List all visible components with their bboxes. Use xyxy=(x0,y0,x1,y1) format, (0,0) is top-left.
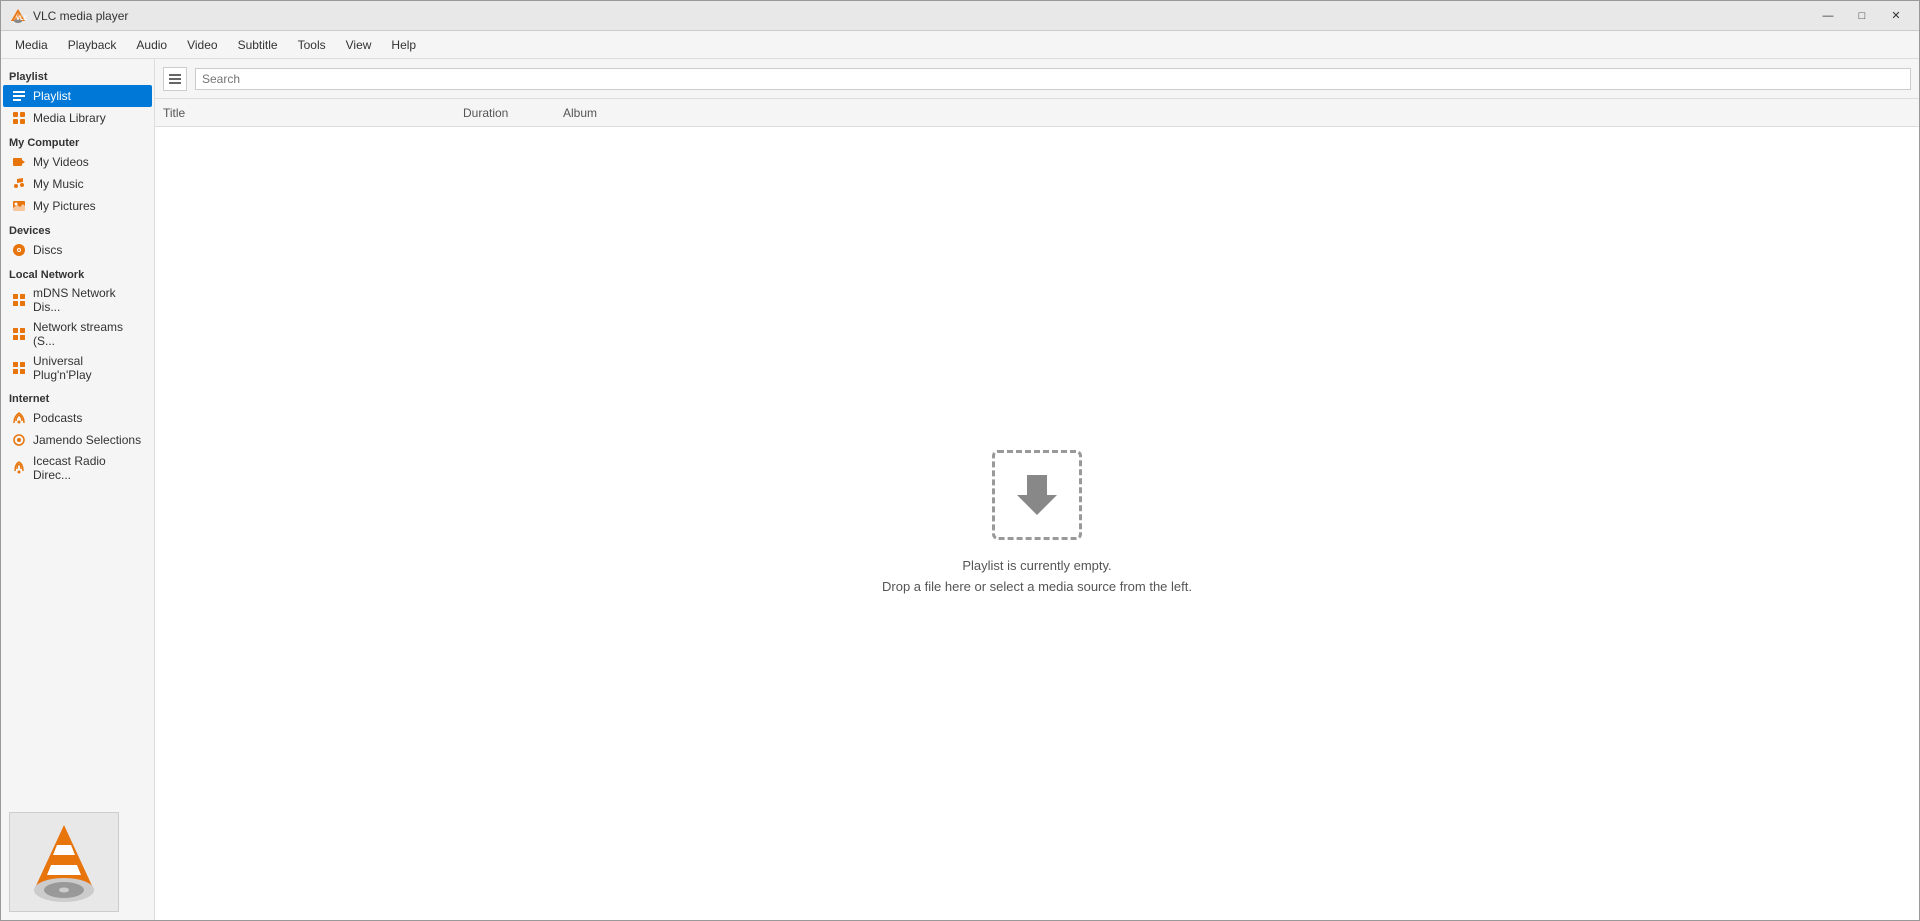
jamendo-icon xyxy=(11,432,27,448)
sidebar-media-library-label: Media Library xyxy=(33,111,106,125)
playlist-icon xyxy=(11,88,27,104)
app-icon: VLC xyxy=(9,7,27,25)
sidebar-item-playlist[interactable]: Playlist xyxy=(3,85,152,107)
search-input[interactable] xyxy=(195,68,1911,90)
thumbnail-area xyxy=(9,812,119,912)
svg-text:VLC: VLC xyxy=(16,16,27,22)
sidebar-item-discs[interactable]: Discs xyxy=(3,239,152,261)
sidebar-my-music-label: My Music xyxy=(33,177,84,191)
drop-text: Playlist is currently empty. Drop a file… xyxy=(882,556,1192,598)
empty-line1: Playlist is currently empty. xyxy=(882,556,1192,577)
menu-video[interactable]: Video xyxy=(177,34,227,56)
empty-line2: Drop a file here or select a media sourc… xyxy=(882,577,1192,598)
sidebar-item-my-music[interactable]: My Music xyxy=(3,173,152,195)
playlist-section-label: Playlist xyxy=(1,63,154,85)
my-videos-icon xyxy=(11,154,27,170)
sidebar-item-icecast[interactable]: Icecast Radio Direc... xyxy=(3,451,152,485)
sidebar-podcasts-label: Podcasts xyxy=(33,411,82,425)
menu-playback[interactable]: Playback xyxy=(58,34,127,56)
main-panel: Title Duration Album Playlist is current… xyxy=(155,59,1919,920)
menu-view[interactable]: View xyxy=(336,34,382,56)
menu-audio[interactable]: Audio xyxy=(126,34,177,56)
menu-bar: Media Playback Audio Video Subtitle Tool… xyxy=(1,31,1919,59)
window-title: VLC media player xyxy=(33,9,1813,23)
column-album: Album xyxy=(563,106,1911,120)
sidebar-mdns-label: mDNS Network Dis... xyxy=(33,286,144,314)
devices-section-label: Devices xyxy=(1,217,154,239)
sidebar-discs-label: Discs xyxy=(33,243,62,257)
sidebar-item-my-pictures[interactable]: My Pictures xyxy=(3,195,152,217)
network-streams-icon xyxy=(11,326,27,342)
sidebar-item-my-videos[interactable]: My Videos xyxy=(3,151,152,173)
column-headers: Title Duration Album xyxy=(155,99,1919,127)
internet-section-label: Internet xyxy=(1,385,154,407)
playlist-content: Playlist is currently empty. Drop a file… xyxy=(155,127,1919,920)
drop-icon xyxy=(992,450,1082,540)
sidebar-item-media-library[interactable]: Media Library xyxy=(3,107,152,129)
menu-help[interactable]: Help xyxy=(381,34,426,56)
sidebar: Playlist Playlist Media Library xyxy=(1,59,155,920)
sidebar-my-videos-label: My Videos xyxy=(33,155,89,169)
menu-tools[interactable]: Tools xyxy=(288,34,336,56)
my-pictures-icon xyxy=(11,198,27,214)
minimize-button[interactable]: — xyxy=(1813,6,1843,26)
my-music-icon xyxy=(11,176,27,192)
playlist-toolbar xyxy=(155,59,1919,99)
sidebar-icecast-label: Icecast Radio Direc... xyxy=(33,454,144,482)
column-title: Title xyxy=(163,106,463,120)
sidebar-playlist-label: Playlist xyxy=(33,89,71,103)
sidebar-item-podcasts[interactable]: Podcasts xyxy=(3,407,152,429)
sidebar-network-streams-label: Network streams (S... xyxy=(33,320,144,348)
sidebar-upnp-label: Universal Plug'n'Play xyxy=(33,354,144,382)
close-button[interactable]: ✕ xyxy=(1881,6,1911,26)
main-window: VLC VLC media player — □ ✕ Media Playbac… xyxy=(0,0,1920,921)
column-duration: Duration xyxy=(463,106,563,120)
maximize-button[interactable]: □ xyxy=(1847,6,1877,26)
sidebar-my-pictures-label: My Pictures xyxy=(33,199,96,213)
my-computer-section-label: My Computer xyxy=(1,129,154,151)
menu-media[interactable]: Media xyxy=(5,34,58,56)
drop-zone: Playlist is currently empty. Drop a file… xyxy=(882,450,1192,598)
discs-icon xyxy=(11,242,27,258)
title-bar: VLC VLC media player — □ ✕ xyxy=(1,1,1919,31)
podcasts-icon xyxy=(11,410,27,426)
menu-subtitle[interactable]: Subtitle xyxy=(228,34,288,56)
sidebar-item-mdns[interactable]: mDNS Network Dis... xyxy=(3,283,152,317)
mdns-icon xyxy=(11,292,27,308)
sidebar-item-network-streams[interactable]: Network streams (S... xyxy=(3,317,152,351)
view-toggle-button[interactable] xyxy=(163,67,187,91)
content-area: Playlist Playlist Media Library xyxy=(1,59,1919,920)
icecast-icon xyxy=(11,460,27,476)
upnp-icon xyxy=(11,360,27,376)
window-controls: — □ ✕ xyxy=(1813,6,1911,26)
sidebar-jamendo-label: Jamendo Selections xyxy=(33,433,141,447)
sidebar-item-jamendo[interactable]: Jamendo Selections xyxy=(3,429,152,451)
sidebar-item-upnp[interactable]: Universal Plug'n'Play xyxy=(3,351,152,385)
local-network-section-label: Local Network xyxy=(1,261,154,283)
media-library-icon xyxy=(11,110,27,126)
search-box xyxy=(195,68,1911,90)
